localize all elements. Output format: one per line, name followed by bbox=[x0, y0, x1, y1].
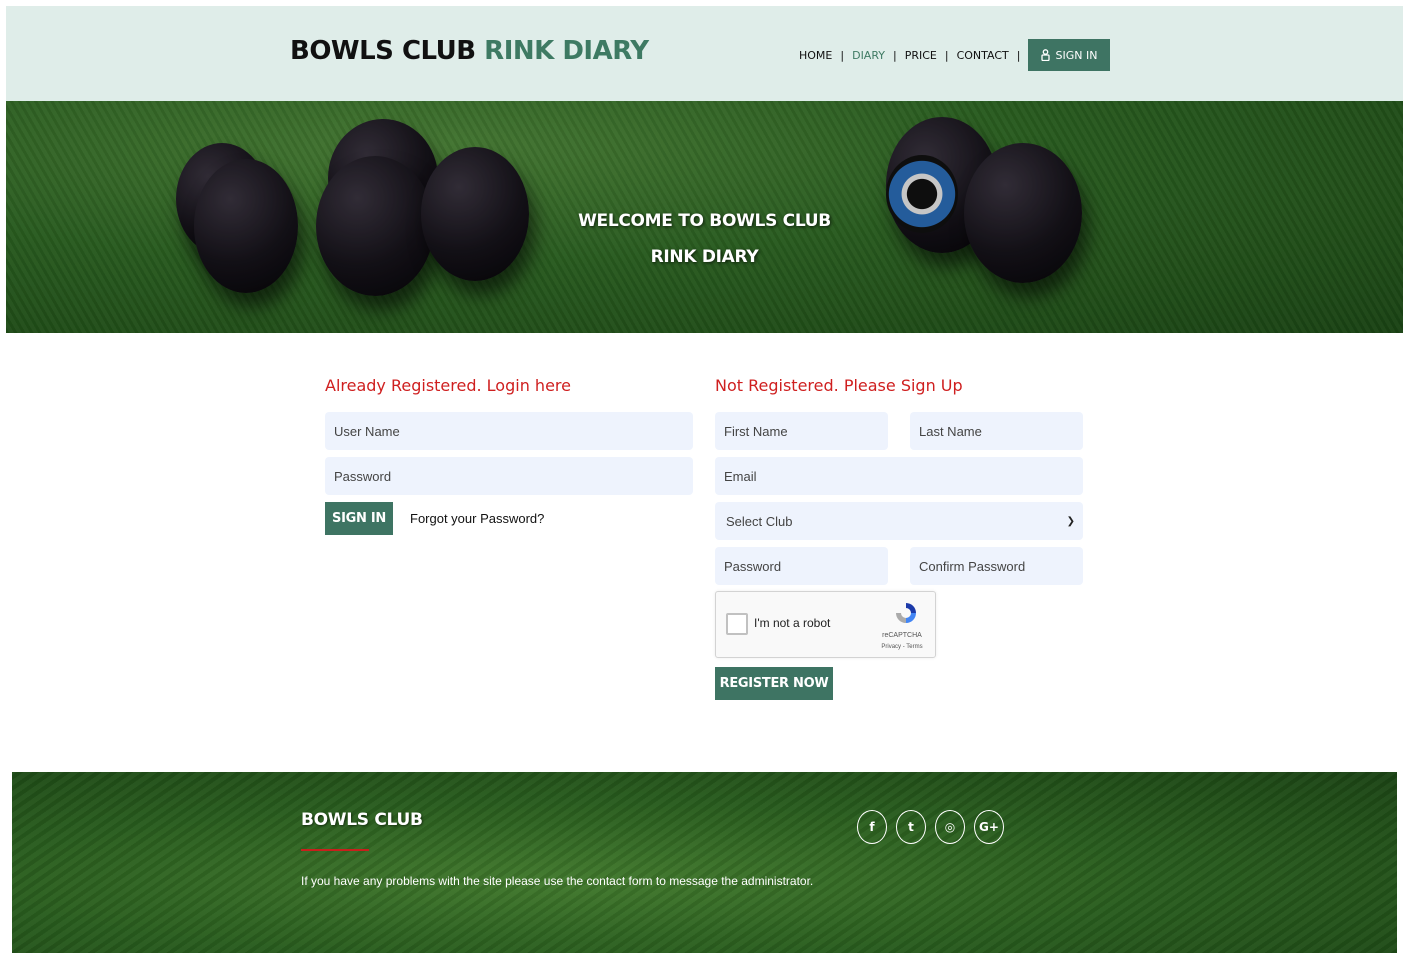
chevron-down-icon: ❯ bbox=[1066, 515, 1075, 527]
recaptcha-checkbox[interactable] bbox=[726, 613, 748, 635]
recaptcha-terms-link[interactable]: Privacy - Terms bbox=[874, 644, 930, 650]
club-select[interactable]: Select Club ❯ bbox=[715, 502, 1083, 540]
club-select-value: Select Club bbox=[726, 513, 793, 529]
register-button[interactable]: REGISTER NOW bbox=[715, 667, 833, 700]
user-lock-icon bbox=[1041, 49, 1051, 61]
register-password-input[interactable] bbox=[715, 547, 888, 585]
last-name-input[interactable] bbox=[910, 412, 1083, 450]
email-input[interactable] bbox=[715, 457, 1083, 495]
site-footer: BOWLS CLUB If you have any problems with… bbox=[12, 772, 1397, 953]
register-title: Not Registered. Please Sign Up bbox=[715, 376, 963, 395]
nav-separator: | bbox=[944, 48, 949, 62]
recaptcha-logo-icon bbox=[896, 603, 916, 623]
forgot-password-link[interactable]: Forgot your Password? bbox=[410, 511, 544, 526]
nav-separator: | bbox=[1016, 48, 1021, 62]
site-logo[interactable]: BOWLS CLUB RINK DIARY bbox=[290, 36, 649, 66]
recaptcha-brand: reCAPTCHA bbox=[882, 632, 922, 639]
brand-main-text: BOWLS CLUB bbox=[290, 36, 476, 66]
nav-diary[interactable]: DIARY bbox=[846, 49, 891, 62]
instagram-icon[interactable]: ◎ bbox=[935, 810, 965, 844]
footer-title: BOWLS CLUB bbox=[301, 810, 423, 830]
recaptcha-label: I'm not a robot bbox=[754, 616, 831, 630]
login-password-input[interactable] bbox=[325, 457, 693, 495]
header-signin-button[interactable]: SIGN IN bbox=[1028, 39, 1111, 71]
google-plus-icon[interactable]: G+ bbox=[974, 810, 1004, 844]
recaptcha-widget: I'm not a robot reCAPTCHA Privacy - Term… bbox=[715, 591, 936, 658]
signin-button[interactable]: SIGN IN bbox=[325, 502, 393, 535]
nav-separator: | bbox=[893, 48, 897, 62]
hero-title: WELCOME TO BOWLS CLUB RINK DIARY bbox=[6, 203, 1403, 275]
footer-divider bbox=[301, 849, 369, 851]
footer-text: If you have any problems with the site p… bbox=[301, 874, 814, 888]
nav-separator: | bbox=[840, 48, 845, 62]
twitter-icon[interactable]: t bbox=[896, 810, 926, 844]
hero-title-line2: RINK DIARY bbox=[650, 247, 759, 267]
main-nav: HOME | DIARY | PRICE | CONTACT | SIGN IN bbox=[793, 39, 1111, 71]
hero-banner: WELCOME TO BOWLS CLUB RINK DIARY bbox=[6, 101, 1403, 333]
login-title: Already Registered. Login here bbox=[325, 376, 571, 395]
header-signin-label: SIGN IN bbox=[1055, 48, 1098, 62]
facebook-icon[interactable]: f bbox=[857, 810, 887, 844]
nav-contact[interactable]: CONTACT bbox=[951, 49, 1015, 62]
first-name-input[interactable] bbox=[715, 412, 888, 450]
hero-title-line1: WELCOME TO BOWLS CLUB bbox=[578, 211, 831, 231]
brand-accent-text: RINK DIARY bbox=[484, 36, 649, 66]
nav-price[interactable]: PRICE bbox=[899, 49, 943, 62]
username-input[interactable] bbox=[325, 412, 693, 450]
nav-home[interactable]: HOME bbox=[793, 49, 838, 62]
site-header: BOWLS CLUB RINK DIARY HOME | DIARY | PRI… bbox=[6, 6, 1403, 101]
confirm-password-input[interactable] bbox=[910, 547, 1083, 585]
